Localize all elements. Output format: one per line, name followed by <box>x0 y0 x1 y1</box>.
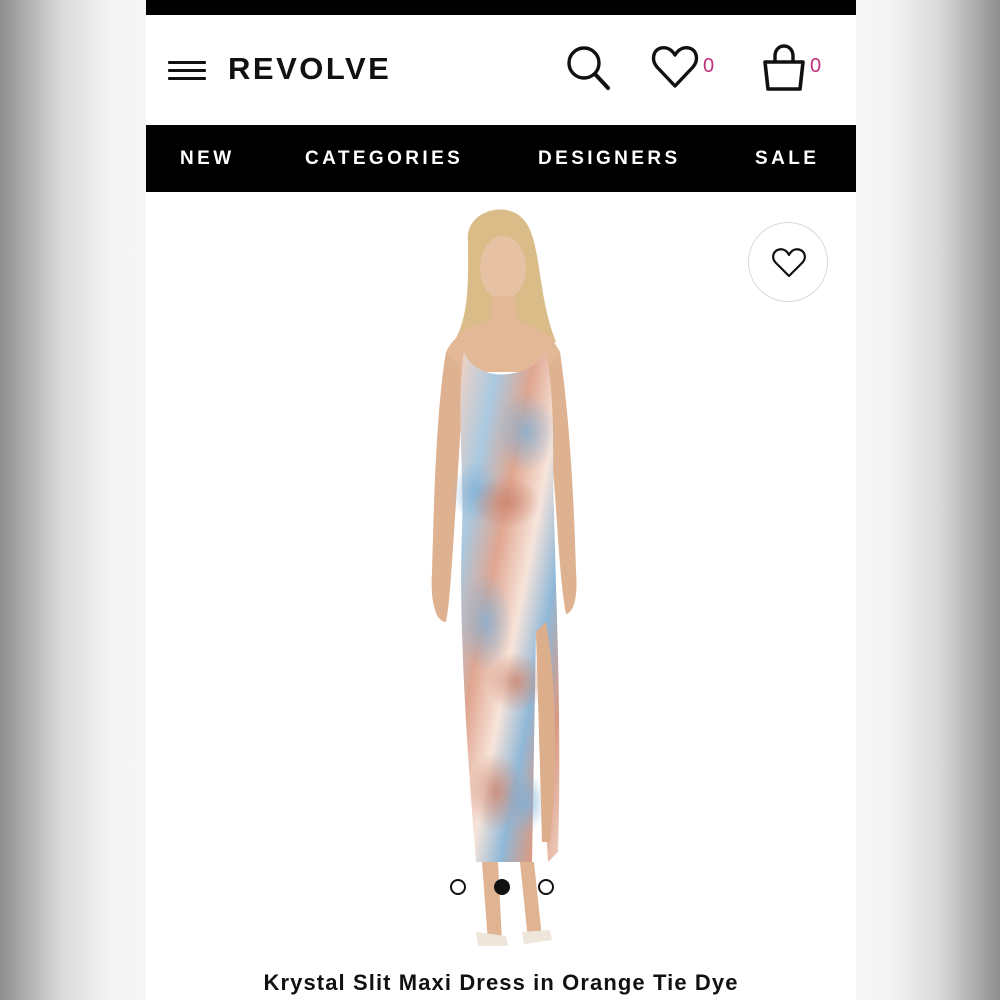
search-icon[interactable] <box>564 42 614 96</box>
heart-icon[interactable] <box>650 43 700 93</box>
nav-item-designers[interactable]: DESIGNERS <box>538 125 681 192</box>
status-bar <box>146 0 856 15</box>
nav-item-sale[interactable]: SALE <box>755 125 819 192</box>
nav-item-new[interactable]: NEW <box>180 125 235 192</box>
shopping-bag-icon[interactable] <box>760 43 808 95</box>
product-image[interactable] <box>406 202 606 962</box>
carousel-dot-1[interactable] <box>450 879 466 895</box>
wishlist-count: 0 <box>703 55 715 77</box>
carousel-dot-2[interactable] <box>494 879 510 895</box>
brand-logo[interactable]: REVOLVE <box>228 49 391 89</box>
phone-screen: REVOLVE 0 0 NEW CATEGORIES DESIGNERS SAL… <box>146 0 856 1000</box>
main-navigation: NEW CATEGORIES DESIGNERS SALE <box>146 125 856 192</box>
add-to-wishlist-button[interactable] <box>748 222 828 302</box>
cart-count: 0 <box>810 55 822 77</box>
carousel-dot-3[interactable] <box>538 879 554 895</box>
heart-outline-icon <box>772 248 806 278</box>
menu-icon[interactable] <box>168 58 206 84</box>
site-header: REVOLVE 0 0 <box>146 15 856 125</box>
product-title: Krystal Slit Maxi Dress in Orange Tie Dy… <box>263 970 739 995</box>
nav-item-categories[interactable]: CATEGORIES <box>305 125 463 192</box>
carousel-pagination <box>450 878 560 896</box>
product-image-carousel[interactable] <box>146 192 856 952</box>
